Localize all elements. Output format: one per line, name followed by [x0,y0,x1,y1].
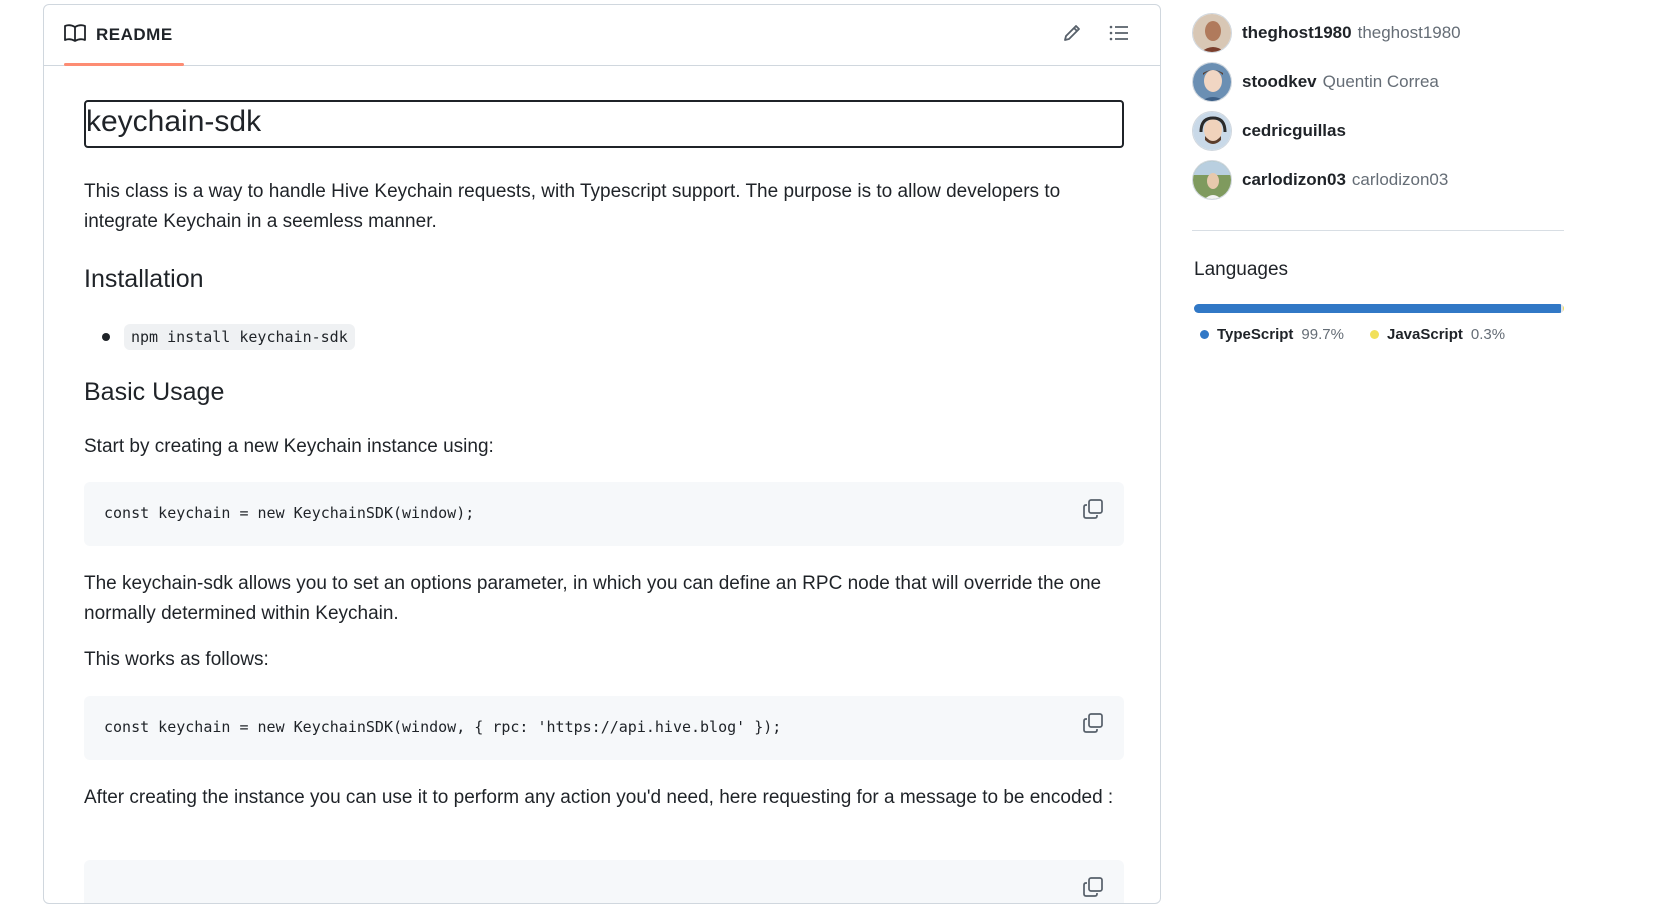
sidebar-divider [1192,230,1564,231]
readme-panel: README keychain-sdk This class is a way … [43,4,1161,904]
code-block-2: const keychain = new KeychainSDK(window,… [84,696,1124,760]
start-paragraph: Start by creating a new Keychain instanc… [84,436,494,457]
contributor-row[interactable]: theghost1980 theghost1980 [1192,13,1461,53]
language-bar-segment-javascript [1562,304,1564,313]
contributor-login[interactable]: stoodkev [1242,72,1317,91]
language-bar-segment-typescript [1194,304,1561,313]
language-dot [1370,330,1379,339]
language-percent: 99.7% [1301,326,1344,343]
works-paragraph: This works as follows: [84,649,269,670]
contributor-name: carlodizon03 [1351,170,1449,189]
basic-usage-heading: Basic Usage [84,378,225,406]
contributor-row[interactable]: stoodkev Quentin Correa [1192,62,1439,102]
contributor-login[interactable]: cedricguillas [1242,121,1346,140]
readme-header: README [44,5,1160,66]
intro-paragraph: This class is a way to handle Hive Keych… [84,181,1061,232]
avatar[interactable] [1192,62,1232,102]
readme-title: keychain-sdk [84,100,1124,148]
tab-readme[interactable]: README [54,5,184,66]
contributor-name: Quentin Correa [1322,72,1439,91]
active-tab-indicator [64,63,184,66]
contributor-name: theghost1980 [1357,23,1461,42]
languages-heading: Languages [1194,259,1289,280]
copy-button[interactable] [1082,498,1106,522]
install-command: npm install keychain-sdk [124,324,355,350]
language-item-typescript[interactable]: TypeScript 99.7% [1200,326,1344,343]
language-dot [1200,330,1209,339]
avatar[interactable] [1192,13,1232,53]
pencil-icon [1062,23,1082,48]
copy-button[interactable] [1082,712,1106,736]
avatar[interactable] [1192,160,1232,200]
language-percent: 0.3% [1470,326,1506,343]
contributor-row[interactable]: cedricguillas [1192,111,1346,151]
copy-icon [1082,713,1104,738]
list-item: npm install keychain-sdk [102,324,355,350]
book-icon [64,23,86,47]
readme-tab-label: README [96,25,173,44]
contributor-login[interactable]: theghost1980 [1242,23,1352,42]
edit-button[interactable] [1060,23,1084,47]
contributor-row[interactable]: carlodizon03 carlodizon03 [1192,160,1448,200]
copy-icon [1082,877,1104,902]
copy-button[interactable] [1082,876,1106,900]
code-block-1: const keychain = new KeychainSDK(window)… [84,482,1124,546]
code-block-3 [84,860,1124,903]
language-name: TypeScript [1217,326,1294,343]
code-text: const keychain = new KeychainSDK(window)… [104,504,475,522]
list-icon [1109,24,1129,47]
outline-button[interactable] [1107,23,1131,47]
options-paragraph: The keychain-sdk allows you to set an op… [84,573,1102,624]
bullet-dot [102,333,110,341]
avatar[interactable] [1192,111,1232,151]
language-name: JavaScript [1387,326,1463,343]
copy-icon [1082,499,1104,524]
installation-heading: Installation [84,265,204,293]
language-item-javascript[interactable]: JavaScript 0.3% [1370,326,1505,343]
after-paragraph: After creating the instance you can use … [84,787,1114,808]
contributor-login[interactable]: carlodizon03 [1242,170,1346,189]
code-text: const keychain = new KeychainSDK(window,… [104,718,782,736]
language-bar [1194,304,1564,313]
